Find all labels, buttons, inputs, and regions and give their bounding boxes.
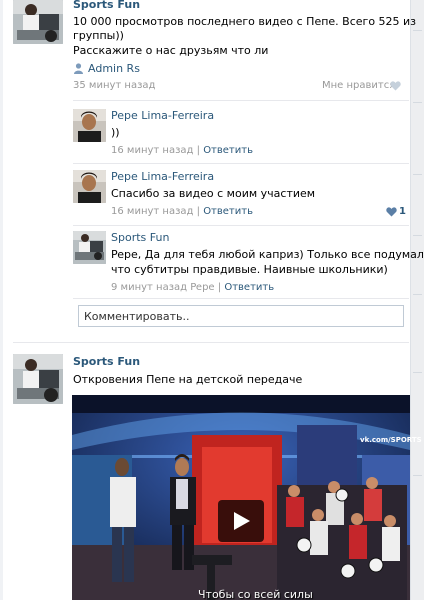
- comment1-divider: [73, 163, 409, 164]
- play-icon: [234, 512, 250, 530]
- comment1-avatar[interactable]: [73, 109, 106, 142]
- post1-author-avatar[interactable]: [13, 0, 63, 44]
- post1-like-label[interactable]: Мне нравится: [322, 80, 395, 91]
- post2-video-thumbnail[interactable]: [72, 395, 410, 600]
- comment1-author-name[interactable]: Pepe Lima-Ferreira: [111, 109, 214, 122]
- post1-like-heart-icon[interactable]: [390, 81, 401, 91]
- post1-comments-divider: [73, 100, 409, 101]
- page-scroll-gutter: [410, 0, 424, 600]
- comment1-separator: |: [196, 145, 200, 156]
- comment2-like-heart-icon[interactable]: [386, 207, 397, 217]
- comment2-timestamp[interactable]: 16 минут назад: [111, 206, 193, 217]
- post1-signed-by-name[interactable]: Admin Rs: [88, 62, 140, 75]
- comment3-reply-link[interactable]: Ответить: [224, 282, 274, 293]
- post1-author-name[interactable]: Sports Fun: [73, 0, 140, 11]
- comment-input[interactable]: [78, 305, 404, 327]
- post1-signed-by[interactable]: Admin Rs: [73, 62, 140, 75]
- comment3-divider: [73, 298, 409, 299]
- comment1-text: )): [111, 126, 120, 139]
- comment3-author-name[interactable]: Sports Fun: [111, 231, 169, 244]
- comment1-meta: 16 минут назад | Ответить: [111, 145, 253, 156]
- comment2-like-count[interactable]: 1: [399, 206, 406, 217]
- post1-timestamp[interactable]: 35 минут назад: [73, 80, 155, 91]
- comment2-reply-link[interactable]: Ответить: [203, 206, 253, 217]
- comment2-avatar[interactable]: [73, 170, 106, 203]
- post1-text-line1: 10 000 просмотров последнего видео с Пеп…: [73, 15, 417, 28]
- comment1-timestamp[interactable]: 16 минут назад: [111, 145, 193, 156]
- user-icon: [74, 63, 83, 74]
- video-subtitle: Чтобы со всей силы: [198, 588, 313, 600]
- comment3-separator: |: [217, 282, 222, 293]
- comment2-divider: [73, 225, 409, 226]
- video-watermark: vk.com/SPORTS FUN: [360, 436, 424, 444]
- comment2-author-name[interactable]: Pepe Lima-Ferreira: [111, 170, 214, 183]
- comment2-text: Спасибо за видео с моим участием: [111, 187, 316, 200]
- comment3-text-line2: что субтитры правдивые. Наивные школьник…: [111, 263, 388, 276]
- comment2-meta: 16 минут назад | Ответить: [111, 206, 253, 217]
- post-separator: [13, 342, 409, 343]
- comment3-meta: 9 минут назад Pepe | Ответить: [111, 282, 274, 293]
- post2-author-name[interactable]: Sports Fun: [73, 355, 140, 368]
- post2-text: Откровения Пепе на детской передаче: [73, 373, 303, 386]
- page-left-border: [0, 0, 3, 600]
- comment3-avatar[interactable]: [73, 231, 106, 264]
- video-play-button[interactable]: [218, 500, 264, 542]
- post1-text-line2: группы)): [73, 29, 124, 42]
- comment3-timestamp[interactable]: 9 минут назад Pepe: [111, 282, 215, 293]
- post1-text-line3: Расскажите о нас друзьям что ли: [73, 44, 269, 57]
- comment1-reply-link[interactable]: Ответить: [203, 145, 253, 156]
- comment2-separator: |: [196, 206, 200, 217]
- comment3-text-line1: Pepe, Да для тебя любой каприз) Только в…: [111, 248, 424, 261]
- post2-author-avatar[interactable]: [13, 354, 63, 404]
